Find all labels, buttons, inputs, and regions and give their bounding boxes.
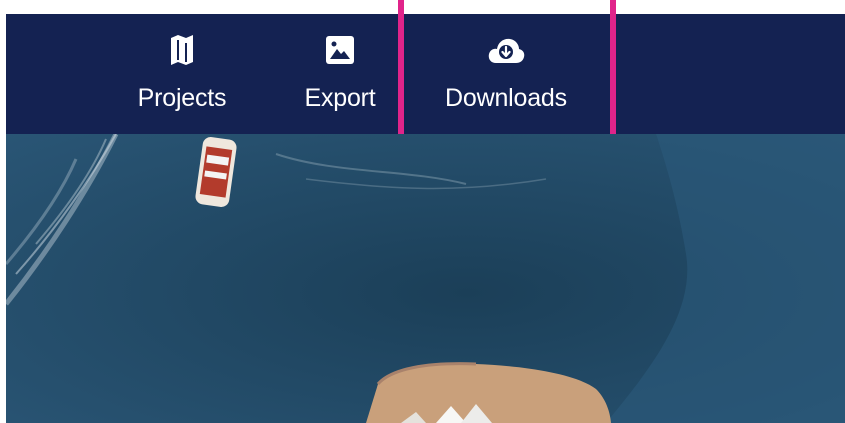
map-icon: [162, 32, 202, 68]
image-icon: [320, 32, 360, 68]
downloads-highlight-box: [398, 0, 616, 147]
export-nav-button[interactable]: Export: [292, 14, 388, 134]
aerial-harbour-photo: [6, 134, 845, 423]
projects-nav-button[interactable]: Projects: [122, 14, 242, 134]
app-window: Projects Export Downloads: [0, 0, 845, 423]
projects-label: Projects: [137, 84, 227, 112]
export-label: Export: [304, 84, 376, 112]
